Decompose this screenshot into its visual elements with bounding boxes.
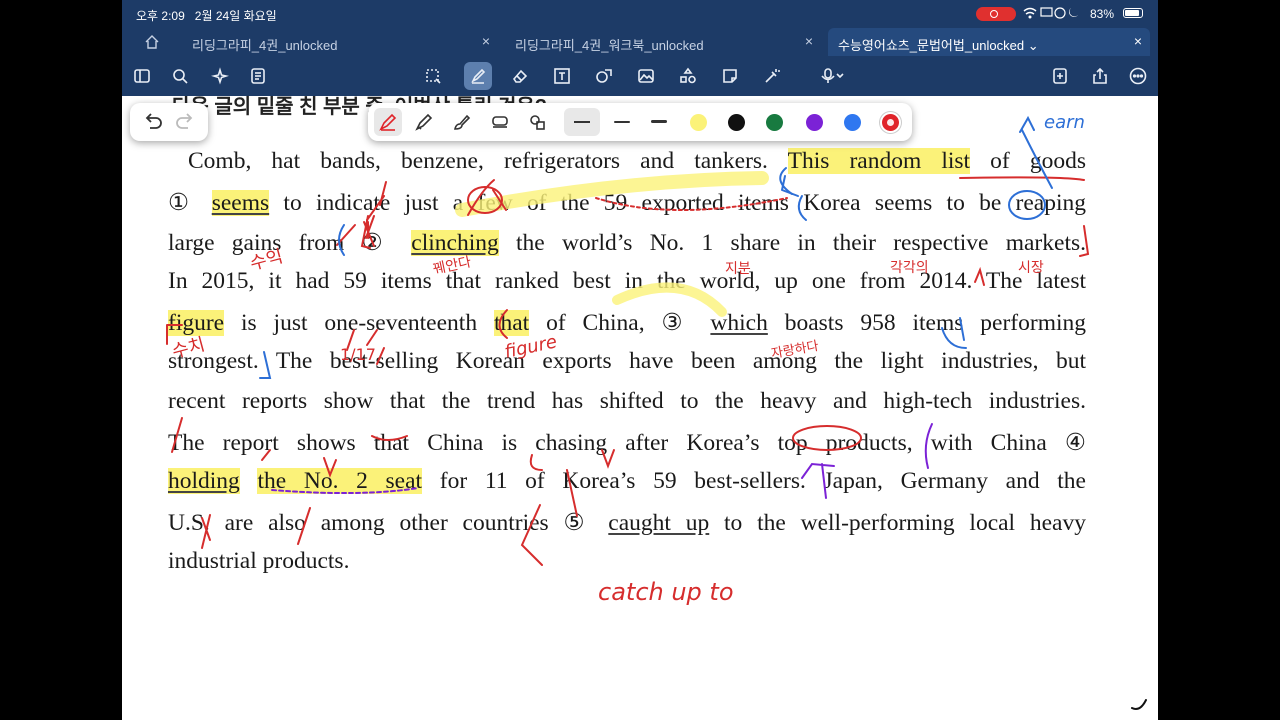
tab-readinggraphy[interactable]: 리딩그라피_4권_unlocked × xyxy=(182,28,498,56)
wifi-icon xyxy=(1023,7,1078,19)
pen-tray xyxy=(368,103,912,141)
text-box-icon[interactable] xyxy=(548,62,576,90)
color-purple[interactable] xyxy=(806,114,823,131)
tab-workbook[interactable]: 리딩그라피_4권_워크북_unlocked × xyxy=(505,28,821,56)
undo-redo-group xyxy=(130,103,208,141)
color-blue[interactable] xyxy=(844,114,861,131)
document-list-icon[interactable] xyxy=(244,62,272,90)
passage-line-9: holding the No. 2 seat for 11 of Korea’s… xyxy=(168,468,1086,494)
tab-label: 수능영어쇼츠_문법어법_unlocked ⌄ xyxy=(838,38,1039,53)
fountain-pen-icon[interactable] xyxy=(374,108,402,136)
lasso-icon[interactable] xyxy=(419,62,447,90)
search-icon[interactable] xyxy=(166,62,194,90)
add-page-icon[interactable] xyxy=(1046,62,1074,90)
highlighter-icon[interactable] xyxy=(486,108,514,136)
laser-pointer-icon[interactable] xyxy=(758,62,786,90)
elements-icon[interactable] xyxy=(674,62,702,90)
color-yellow[interactable] xyxy=(690,114,707,131)
passage-line-7: recent reports show that the trend has s… xyxy=(168,388,1086,414)
document-page[interactable]: 다음 글의 밑줄 친 부분 중, 어법상 틀린 것은? Comb, hat ba… xyxy=(122,96,1158,720)
pen-icon[interactable] xyxy=(464,62,492,90)
status-bar: 오후 2:09 2월 24일 화요일 83% xyxy=(122,0,1158,28)
image-icon[interactable] xyxy=(632,62,660,90)
close-icon[interactable]: × xyxy=(482,33,490,49)
passage-line-8: The report shows that China is chasing a… xyxy=(168,430,1086,456)
redo-icon[interactable] xyxy=(174,110,198,134)
close-icon[interactable]: × xyxy=(805,33,813,49)
stroke-thick[interactable] xyxy=(651,120,667,123)
passage-line-4: In 2015, it had 59 items that ranked bes… xyxy=(168,268,1086,294)
passage-line-10: U.S. are also among other countries ⑤ ca… xyxy=(168,510,1086,536)
undo-icon[interactable] xyxy=(142,110,166,134)
passage-line-5: figure is just one-seventeenth that of C… xyxy=(168,310,1086,336)
ipad-screen: 오후 2:09 2월 24일 화요일 83% 리딩그라피_4권_unlocked… xyxy=(122,0,1158,720)
shapes-icon[interactable] xyxy=(590,62,618,90)
color-black[interactable] xyxy=(728,114,745,131)
sparkle-icon[interactable] xyxy=(206,62,234,90)
tab-grammar-active[interactable]: 수능영어쇼츠_문법어법_unlocked ⌄ × xyxy=(828,28,1150,56)
color-red-selected[interactable] xyxy=(882,114,899,131)
stroke-thin[interactable] xyxy=(564,108,600,136)
screen-recording-icon[interactable] xyxy=(976,7,1016,21)
stroke-medium[interactable] xyxy=(614,121,630,123)
passage-line-3: large gains from ② clinching the world’s… xyxy=(168,230,1086,256)
sidebar-icon[interactable] xyxy=(128,62,156,90)
more-icon[interactable] xyxy=(1124,62,1152,90)
system-icons xyxy=(1022,6,1084,23)
passage-line-1: Comb, hat bands, benzene, refrigerators … xyxy=(188,148,1086,174)
home-icon[interactable] xyxy=(144,34,160,50)
eraser-icon[interactable] xyxy=(506,62,534,90)
tab-label: 리딩그라피_4권_unlocked xyxy=(192,38,338,53)
passage-line-6: strongest. The best-selling Korean expor… xyxy=(168,348,1086,374)
tab-bar: 리딩그라피_4권_unlocked × 리딩그라피_4권_워크북_unlocke… xyxy=(122,28,1158,56)
share-icon[interactable] xyxy=(1086,62,1114,90)
color-green[interactable] xyxy=(766,114,783,131)
battery-percent: 83% xyxy=(1090,7,1115,21)
battery-icon xyxy=(1123,8,1143,18)
passage-line-2: ① seems to indicate just a few of the 59… xyxy=(168,190,1086,216)
ball-pen-icon[interactable] xyxy=(410,108,438,136)
chevron-down-icon[interactable]: ⌄ xyxy=(1028,38,1039,53)
close-icon[interactable]: × xyxy=(1134,33,1142,49)
tab-label: 리딩그라피_4권_워크북_unlocked xyxy=(515,38,704,53)
shape-pen-icon[interactable] xyxy=(524,108,552,136)
status-time: 오후 2:09 2월 24일 화요일 xyxy=(136,9,277,23)
microphone-icon[interactable] xyxy=(812,62,852,90)
passage-line-11: industrial products. xyxy=(168,548,350,574)
sticky-note-icon[interactable] xyxy=(716,62,744,90)
brush-pen-icon[interactable] xyxy=(448,108,476,136)
